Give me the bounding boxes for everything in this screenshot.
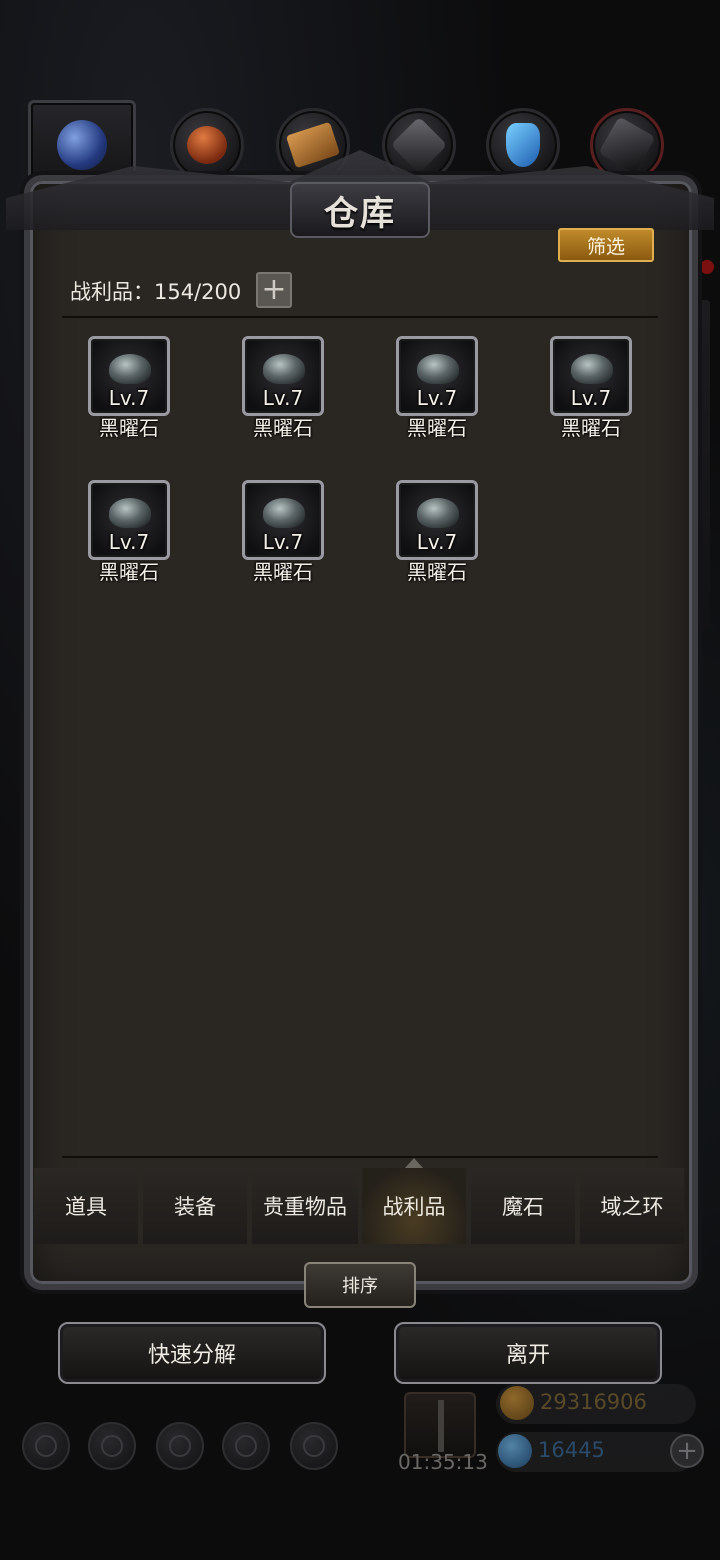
leave-button[interactable]: 离开 [394,1322,662,1384]
orb-icon [57,120,107,170]
item-name: 黑曜石 [253,416,313,440]
inventory-item[interactable]: Lv.7 黑曜石 [394,480,480,590]
capacity-label: 战利品：154/200 [70,280,242,304]
badge-icon[interactable] [88,1422,136,1470]
scroll-icon [285,121,341,169]
gift-timer: 01:35:13 [398,1450,488,1474]
gem-amount: 16445 [538,1438,605,1462]
page-title: 仓库 [324,193,396,234]
inventory-item[interactable]: Lv.7 黑曜石 [86,336,172,446]
obsidian-icon [263,498,305,528]
guild-icon[interactable] [156,1422,204,1470]
tab-valuables[interactable]: 贵重物品 [252,1168,358,1244]
side-indicator-dot [700,260,714,274]
item-level: Lv.7 [416,530,458,554]
crystal-icon [506,123,540,167]
item-level: Lv.7 [262,530,304,554]
inventory-item[interactable]: Lv.7 黑曜石 [548,336,634,446]
item-level: Lv.7 [416,386,458,410]
obsidian-icon [417,354,459,384]
obsidian-icon [417,498,459,528]
obsidian-icon [109,498,151,528]
divider [62,1156,658,1158]
plus-icon: + [676,1436,698,1466]
tab-items[interactable]: 道具 [34,1168,138,1244]
bag-icon[interactable] [290,1422,338,1470]
title-plate: 仓库 [290,182,430,238]
gift-icon[interactable] [404,1392,476,1458]
inventory-item[interactable]: Lv.7 黑曜石 [240,336,326,446]
mail-icon[interactable] [222,1422,270,1470]
tab-magic-stones[interactable]: 魔石 [471,1168,575,1244]
tab-equipment[interactable]: 装备 [143,1168,247,1244]
tab-loot[interactable]: 战利品 [362,1168,466,1244]
item-name: 黑曜石 [561,416,621,440]
obsidian-icon [263,354,305,384]
item-level: Lv.7 [108,530,150,554]
inventory-item[interactable]: Lv.7 黑曜石 [394,336,480,446]
item-level: Lv.7 [262,386,304,410]
obsidian-icon [109,354,151,384]
item-name: 黑曜石 [407,416,467,440]
gold-coin-icon [500,1386,534,1420]
helmet-icon [187,126,227,164]
divider [62,316,658,318]
item-name: 黑曜石 [99,416,159,440]
dark-stone-icon [598,116,656,174]
gold-amount: 29316906 [540,1390,647,1414]
category-tab-bar: 道具 装备 贵重物品 战利品 魔石 域之环 [34,1168,686,1244]
stone-icon [390,116,448,174]
item-name: 黑曜石 [99,560,159,584]
item-level: Lv.7 [570,386,612,410]
settings-icon[interactable] [22,1422,70,1470]
inventory-item[interactable]: Lv.7 黑曜石 [86,480,172,590]
side-rail [696,300,710,630]
add-capacity-button[interactable]: + [256,272,292,308]
obsidian-icon [571,354,613,384]
quick-decompose-button[interactable]: 快速分解 [58,1322,326,1384]
filter-button[interactable]: 筛选 [558,228,654,262]
gem-icon [498,1434,532,1468]
item-name: 黑曜石 [407,560,467,584]
tab-domain-rings[interactable]: 域之环 [580,1168,684,1244]
plus-icon: + [261,272,287,307]
sort-button[interactable]: 排序 [304,1262,416,1308]
inventory-item[interactable]: Lv.7 黑曜石 [240,480,326,590]
item-level: Lv.7 [108,386,150,410]
item-name: 黑曜石 [253,560,313,584]
add-currency-button[interactable]: + [670,1434,704,1468]
